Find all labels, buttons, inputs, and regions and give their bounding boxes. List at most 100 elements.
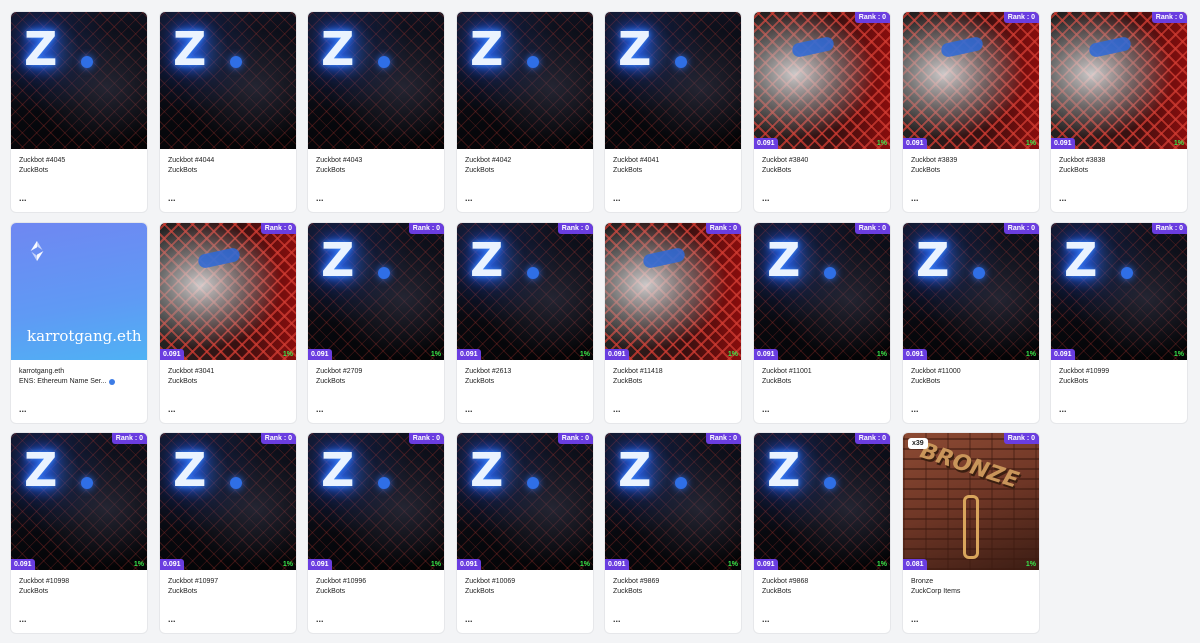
collection-name[interactable]: ZuckCorp Items <box>911 587 1031 597</box>
nft-card[interactable]: Z Rank : 0 0.091 1% Zuckbot #9868 ZuckBots... <box>754 433 890 633</box>
nft-card[interactable]: Z Rank : 0 0.091 1% Zuckbot #2613 ZuckBots... <box>457 223 593 423</box>
collection-name[interactable]: ZuckBots <box>762 166 882 176</box>
more-options-icon[interactable]: ... <box>613 404 621 414</box>
nft-card[interactable]: Z Rank : 0 0.091 1% Zuckbot #11000 ZuckBots..… <box>903 223 1039 423</box>
nft-card[interactable]: Rank : 0 0.091 1% Zuckbot #3838 ZuckBots... <box>1051 12 1187 212</box>
collection-name[interactable]: ZuckBots <box>911 377 1031 387</box>
collection-name[interactable]: ZuckBots <box>613 377 733 387</box>
nft-image[interactable]: Z <box>160 12 296 149</box>
collection-name[interactable]: ZuckBots <box>465 377 585 387</box>
nft-card[interactable]: karrotgang.eth karrotgang.eth ENS: Ethereu… <box>11 223 147 423</box>
nft-image[interactable]: Z Rank : 0 0.091 1% <box>308 433 444 570</box>
nft-name[interactable]: Zuckbot #3840 <box>762 156 882 166</box>
nft-card[interactable]: Z Zuckbot #4041 ZuckBots... <box>605 12 741 212</box>
nft-card[interactable]: Z Rank : 0 0.091 1% Zuckbot #9869 ZuckBots... <box>605 433 741 633</box>
nft-name[interactable]: Zuckbot #9868 <box>762 577 882 587</box>
nft-name[interactable]: Zuckbot #11000 <box>911 367 1031 377</box>
collection-name[interactable]: ZuckBots <box>613 166 733 176</box>
more-options-icon[interactable]: ... <box>316 404 324 414</box>
nft-image[interactable]: Z Rank : 0 0.091 1% <box>903 223 1039 360</box>
collection-name[interactable]: ZuckBots <box>168 377 288 387</box>
nft-card[interactable]: Z Rank : 0 0.091 1% Zuckbot #10997 ZuckBots..… <box>160 433 296 633</box>
collection-name[interactable]: ZuckBots <box>465 587 585 597</box>
nft-image[interactable]: Z Rank : 0 0.091 1% <box>457 433 593 570</box>
more-options-icon[interactable]: ... <box>465 404 473 414</box>
nft-name[interactable]: Zuckbot #10069 <box>465 577 585 587</box>
nft-name[interactable]: Zuckbot #2709 <box>316 367 436 377</box>
more-options-icon[interactable]: ... <box>911 193 919 203</box>
nft-image[interactable]: Z Rank : 0 0.091 1% <box>160 433 296 570</box>
more-options-icon[interactable]: ... <box>168 404 176 414</box>
collection-name[interactable]: ZuckBots <box>316 587 436 597</box>
collection-name[interactable]: ENS: Ethereum Name Ser... <box>19 377 139 387</box>
more-options-icon[interactable]: ... <box>19 193 27 203</box>
more-options-icon[interactable]: ... <box>465 193 473 203</box>
nft-card[interactable]: Rank : 0 0.091 1% Zuckbot #3840 ZuckBots... <box>754 12 890 212</box>
collection-name[interactable]: ZuckBots <box>1059 166 1179 176</box>
nft-card[interactable]: Z Rank : 0 0.091 1% Zuckbot #10069 ZuckBots..… <box>457 433 593 633</box>
collection-name[interactable]: ZuckBots <box>316 377 436 387</box>
collection-name[interactable]: ZuckBots <box>762 377 882 387</box>
more-options-icon[interactable]: ... <box>19 404 27 414</box>
more-options-icon[interactable]: ... <box>762 404 770 414</box>
more-options-icon[interactable]: ... <box>19 614 27 624</box>
more-options-icon[interactable]: ... <box>1059 193 1067 203</box>
more-options-icon[interactable]: ... <box>1059 404 1067 414</box>
nft-card[interactable]: Z Rank : 0 0.091 1% Zuckbot #2709 ZuckBots... <box>308 223 444 423</box>
nft-name[interactable]: Zuckbot #2613 <box>465 367 585 377</box>
nft-name[interactable]: Zuckbot #3041 <box>168 367 288 377</box>
nft-image[interactable]: Rank : 0 0.091 1% <box>903 12 1039 149</box>
nft-image[interactable]: BRONZE x39 Rank : 0 0.081 1% <box>903 433 1039 570</box>
collection-name[interactable]: ZuckBots <box>911 166 1031 176</box>
collection-name[interactable]: ZuckBots <box>316 166 436 176</box>
collection-name[interactable]: ZuckBots <box>19 587 139 597</box>
collection-name[interactable]: ZuckBots <box>168 166 288 176</box>
nft-image[interactable]: karrotgang.eth <box>11 223 147 360</box>
nft-image[interactable]: Z Rank : 0 0.091 1% <box>308 223 444 360</box>
nft-card[interactable]: Rank : 0 0.091 1% Zuckbot #3839 ZuckBots... <box>903 12 1039 212</box>
collection-name[interactable]: ZuckBots <box>1059 377 1179 387</box>
nft-image[interactable]: Z Rank : 0 0.091 1% <box>1051 223 1187 360</box>
nft-name[interactable]: Zuckbot #10998 <box>19 577 139 587</box>
nft-card[interactable]: Z Rank : 0 0.091 1% Zuckbot #10996 ZuckBots..… <box>308 433 444 633</box>
more-options-icon[interactable]: ... <box>316 193 324 203</box>
nft-image[interactable]: Rank : 0 0.091 1% <box>605 223 741 360</box>
nft-card[interactable]: Z Rank : 0 0.091 1% Zuckbot #10999 ZuckBots..… <box>1051 223 1187 423</box>
nft-image[interactable]: Rank : 0 0.091 1% <box>160 223 296 360</box>
nft-image[interactable]: Z <box>457 12 593 149</box>
nft-image[interactable]: Z <box>308 12 444 149</box>
nft-name[interactable]: karrotgang.eth <box>19 367 139 377</box>
nft-name[interactable]: Zuckbot #4043 <box>316 156 436 166</box>
nft-name[interactable]: Zuckbot #4045 <box>19 156 139 166</box>
collection-name[interactable]: ZuckBots <box>465 166 585 176</box>
more-options-icon[interactable]: ... <box>168 614 176 624</box>
nft-card[interactable]: Rank : 0 0.091 1% Zuckbot #3041 ZuckBots... <box>160 223 296 423</box>
nft-image[interactable]: Z Rank : 0 0.091 1% <box>11 433 147 570</box>
nft-card[interactable]: Z Zuckbot #4045 ZuckBots... <box>11 12 147 212</box>
more-options-icon[interactable]: ... <box>613 614 621 624</box>
nft-image[interactable]: Z Rank : 0 0.091 1% <box>754 433 890 570</box>
collection-name[interactable]: ZuckBots <box>168 587 288 597</box>
more-options-icon[interactable]: ... <box>465 614 473 624</box>
nft-name[interactable]: Zuckbot #3838 <box>1059 156 1179 166</box>
nft-name[interactable]: Zuckbot #11001 <box>762 367 882 377</box>
nft-card[interactable]: Z Rank : 0 0.091 1% Zuckbot #11001 ZuckBots..… <box>754 223 890 423</box>
nft-card[interactable]: Z Zuckbot #4043 ZuckBots... <box>308 12 444 212</box>
nft-name[interactable]: Zuckbot #10996 <box>316 577 436 587</box>
nft-name[interactable]: Zuckbot #10997 <box>168 577 288 587</box>
nft-card[interactable]: Z Rank : 0 0.091 1% Zuckbot #10998 ZuckBots..… <box>11 433 147 633</box>
nft-name[interactable]: Zuckbot #4041 <box>613 156 733 166</box>
nft-name[interactable]: Bronze <box>911 577 1031 587</box>
more-options-icon[interactable]: ... <box>762 193 770 203</box>
nft-name[interactable]: Zuckbot #11418 <box>613 367 733 377</box>
nft-card[interactable]: Z Zuckbot #4042 ZuckBots... <box>457 12 593 212</box>
more-options-icon[interactable]: ... <box>316 614 324 624</box>
more-options-icon[interactable]: ... <box>168 193 176 203</box>
more-options-icon[interactable]: ... <box>613 193 621 203</box>
nft-image[interactable]: Z Rank : 0 0.091 1% <box>605 433 741 570</box>
nft-image[interactable]: Rank : 0 0.091 1% <box>754 12 890 149</box>
collection-name[interactable]: ZuckBots <box>19 166 139 176</box>
nft-card[interactable]: BRONZE x39 Rank : 0 0.081 1% Bronze ZuckCorp I… <box>903 433 1039 633</box>
nft-name[interactable]: Zuckbot #4042 <box>465 156 585 166</box>
nft-image[interactable]: Z <box>11 12 147 149</box>
